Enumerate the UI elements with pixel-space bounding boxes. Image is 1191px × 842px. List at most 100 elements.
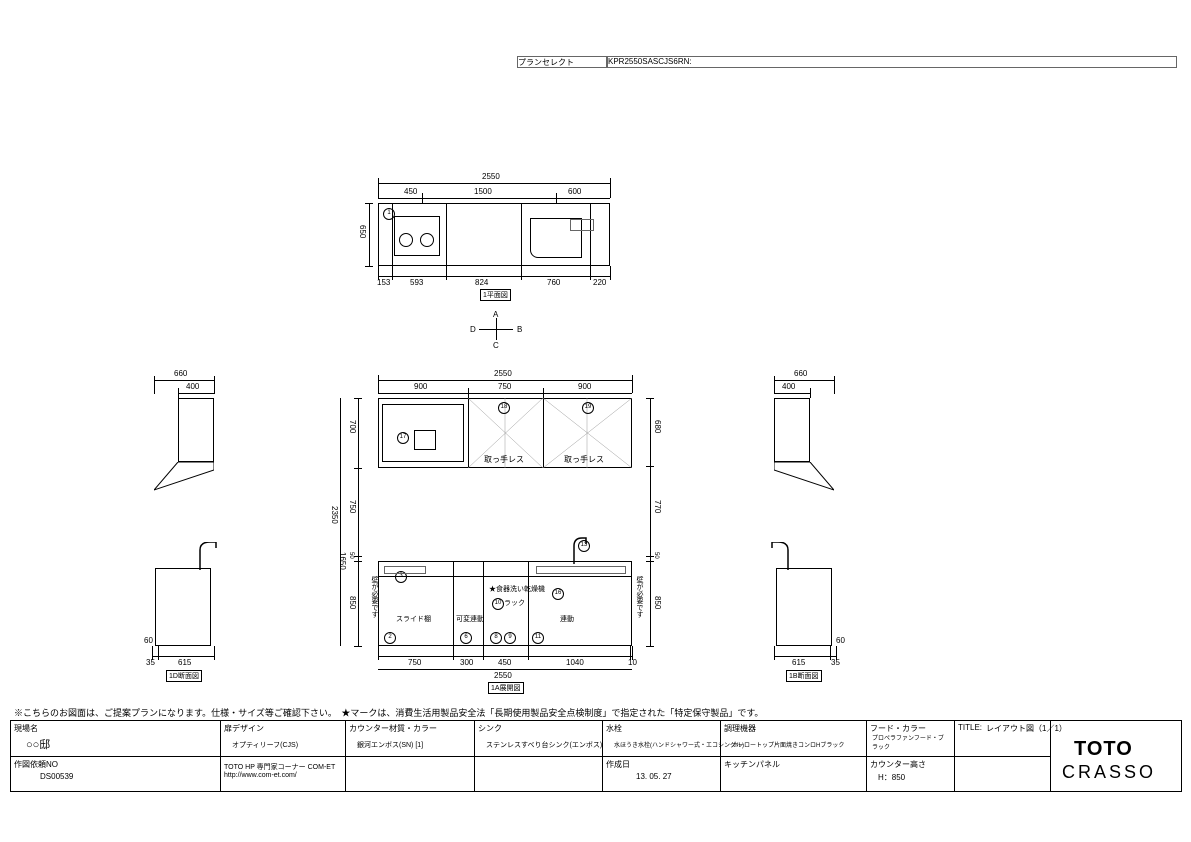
drainer bbox=[570, 219, 594, 231]
fb-c: 450 bbox=[498, 658, 511, 667]
sl-label: 1D断面図 bbox=[166, 670, 202, 682]
dimline bbox=[378, 656, 632, 657]
sr-label: 1B断面図 bbox=[786, 670, 822, 682]
tick bbox=[774, 646, 775, 660]
tick bbox=[528, 646, 529, 660]
tick bbox=[365, 203, 373, 204]
r2c1h: 作図依頼NO bbox=[14, 759, 58, 770]
tick bbox=[646, 466, 654, 467]
sl-bb: 615 bbox=[178, 658, 191, 667]
id-11: 11 bbox=[532, 632, 544, 644]
r1c6h: 調理機器 bbox=[724, 723, 756, 734]
id-17: 17 bbox=[397, 432, 409, 444]
dim-top-total: 2550 bbox=[482, 172, 500, 181]
plan-label: 1平面図 bbox=[480, 289, 511, 301]
hood-grille bbox=[414, 430, 436, 450]
id-6: 6 bbox=[460, 632, 472, 644]
fr-up-b: 750 bbox=[498, 382, 511, 391]
r2c2v: TOTO HP 専門家コーナー COM-ET http://www.com-et… bbox=[224, 762, 335, 779]
tick bbox=[354, 561, 362, 562]
tick bbox=[378, 646, 379, 660]
id-18: 18 bbox=[498, 402, 510, 414]
r1c1h: 現場名 bbox=[14, 723, 38, 734]
r1c2v: オプティリーフ(CJS) bbox=[232, 740, 298, 750]
fr-div bbox=[453, 561, 454, 646]
tb-v bbox=[345, 720, 346, 792]
header-left-box: プランセレクト bbox=[517, 56, 607, 68]
tb-v bbox=[220, 720, 221, 792]
sl-ba: 35 bbox=[146, 658, 155, 667]
dv850: 850 bbox=[348, 596, 357, 609]
tb-v bbox=[602, 720, 603, 792]
dimv2 bbox=[340, 398, 341, 646]
dim-dn-b: 593 bbox=[410, 278, 423, 287]
id-9: 9 bbox=[504, 632, 516, 644]
fr-up-a: 900 bbox=[414, 382, 427, 391]
tick bbox=[354, 468, 362, 469]
plan-div bbox=[521, 203, 522, 266]
dim-dn-c: 824 bbox=[475, 278, 488, 287]
tick bbox=[521, 266, 522, 280]
handleless-2: 取っ手レス bbox=[564, 454, 604, 465]
tick bbox=[365, 266, 373, 267]
sl-top: 660 bbox=[174, 369, 187, 378]
tick bbox=[646, 561, 654, 562]
tick bbox=[392, 266, 393, 280]
tick bbox=[590, 266, 591, 280]
title-h: TITLE: bbox=[958, 723, 982, 732]
dr680: 680 bbox=[653, 420, 662, 433]
tb-v bbox=[954, 720, 955, 792]
dv750: 750 bbox=[348, 500, 357, 513]
brand-toto: TOTO bbox=[1074, 738, 1133, 761]
tick bbox=[468, 388, 469, 398]
fb-d: 1040 bbox=[566, 658, 584, 667]
dimline-v bbox=[369, 203, 370, 266]
dimv-r bbox=[650, 398, 651, 646]
r1c2h: 扉デザイン bbox=[224, 723, 264, 734]
rack: ラック bbox=[504, 598, 525, 608]
burner bbox=[399, 233, 413, 247]
r2c6h: キッチンパネル bbox=[724, 759, 780, 770]
dim-h650: 650 bbox=[358, 225, 367, 238]
brand-crasso: CRASSO bbox=[1062, 762, 1156, 783]
r1c4h: シンク bbox=[478, 723, 502, 734]
compass-c: C bbox=[493, 341, 499, 350]
sl-sub: 400 bbox=[186, 382, 199, 391]
tick bbox=[378, 178, 379, 198]
sl-hood bbox=[154, 462, 214, 492]
dw: ★食器洗い乾燥機 bbox=[489, 584, 527, 594]
tick bbox=[154, 376, 155, 394]
disclaimer: ※こちらのお図面は、ご提案プランになります。仕様・サイズ等ご確認下さい。 ★マー… bbox=[14, 706, 763, 719]
tick bbox=[556, 193, 557, 203]
dimv bbox=[358, 398, 359, 646]
dr50: 50 bbox=[653, 552, 659, 559]
dimline bbox=[378, 393, 632, 394]
r1c3v: 銀河エンボス(SN) [1] bbox=[357, 740, 423, 750]
id-19: 19 bbox=[582, 402, 594, 414]
fb-a: 750 bbox=[408, 658, 421, 667]
tick bbox=[214, 376, 215, 394]
tick bbox=[610, 266, 611, 280]
dimline bbox=[774, 380, 834, 381]
cooktop-strip bbox=[384, 566, 426, 574]
r1c4v: ステンレスすべり台シンク(エンボス) bbox=[486, 740, 602, 750]
tick bbox=[354, 646, 362, 647]
tick bbox=[483, 646, 484, 660]
dim-dn-d: 760 bbox=[547, 278, 560, 287]
sr-ba: 615 bbox=[792, 658, 805, 667]
fr-div bbox=[483, 561, 484, 646]
dim-dn-a: 153 bbox=[377, 278, 390, 287]
fr-label: 1A展開図 bbox=[488, 682, 524, 694]
tick bbox=[354, 556, 362, 557]
fr-total-top: 2550 bbox=[494, 369, 512, 378]
r1c1v: ○○邸 bbox=[26, 736, 50, 752]
sr-lower bbox=[776, 568, 832, 646]
sr-hood bbox=[774, 462, 834, 492]
wall-note-l: 壁が必要です bbox=[369, 576, 379, 618]
header-left: プランセレクト bbox=[518, 58, 574, 67]
tick bbox=[453, 646, 454, 660]
r1c7v: プロペラファンフード・ブラック bbox=[872, 733, 948, 751]
tick bbox=[178, 388, 179, 398]
dimline bbox=[378, 380, 632, 381]
dim-up-c: 600 bbox=[568, 187, 581, 196]
